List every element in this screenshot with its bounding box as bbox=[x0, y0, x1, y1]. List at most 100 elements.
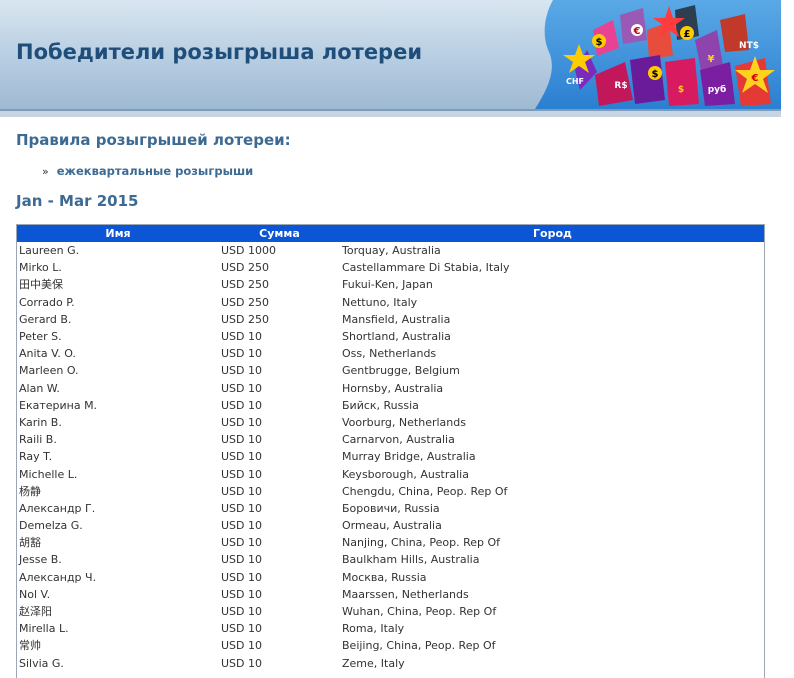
page: Победители розыгрыша лотереи $ € £ ¥ NT$… bbox=[0, 0, 794, 678]
table-row: Demelza G. USD 10 Ormeau, Australia bbox=[17, 517, 764, 534]
winner-name: 杨静 bbox=[19, 484, 41, 498]
winner-city: Maarssen, Netherlands bbox=[342, 587, 469, 601]
table-row: Alan W. USD 10 Hornsby, Australia bbox=[17, 380, 764, 397]
banner-label: € bbox=[633, 26, 641, 37]
winner-city: Oss, Netherlands bbox=[342, 347, 437, 361]
rules-link-item: » ежеквартальные розыгрыши bbox=[42, 164, 253, 178]
winner-name: Екатерина М. bbox=[19, 398, 98, 412]
table-row: Corrado P. USD 250 Nettuno, Italy bbox=[17, 294, 764, 311]
table-row: Anita V. O. USD 10 Oss, Netherlands bbox=[17, 345, 764, 362]
table-row: Ray T. USD 10 Murray Bridge, Australia bbox=[17, 448, 764, 465]
winner-city: Hornsby, Australia bbox=[342, 381, 444, 395]
header-divider bbox=[0, 111, 781, 117]
winner-city: Shortland, Australia bbox=[342, 330, 451, 344]
header-banner: Победители розыгрыша лотереи $ € £ ¥ NT$… bbox=[0, 0, 781, 111]
table-row: Peter S. USD 10 Shortland, Australia bbox=[17, 328, 764, 345]
winner-name: Laureen G. bbox=[19, 244, 80, 258]
table-row: Mirko L. USD 250 Castellammare Di Stabia, … bbox=[17, 259, 764, 276]
column-header-city: Город bbox=[340, 225, 764, 242]
winner-city: Боровичи, Russia bbox=[342, 501, 440, 515]
winner-city: Nanjing, China, Peop. Rep Of bbox=[342, 536, 501, 550]
winner-name: Anita V. O. bbox=[19, 347, 76, 361]
prize-amount: USD 250 bbox=[221, 312, 269, 326]
winner-city: Beijing, China, Peop. Rep Of bbox=[342, 639, 496, 653]
prize-amount: USD 10 bbox=[221, 587, 262, 601]
prize-amount: USD 10 bbox=[221, 622, 262, 636]
winner-name: Silvia G. bbox=[19, 656, 64, 670]
prize-amount: USD 10 bbox=[221, 467, 262, 481]
prize-amount: USD 10 bbox=[221, 364, 262, 378]
bullet-icon: » bbox=[42, 165, 49, 178]
quarterly-draws-link[interactable]: ежеквартальные розыгрыши bbox=[57, 164, 254, 178]
winner-name: Nol V. bbox=[19, 587, 51, 601]
winner-city: Baulkham Hills, Australia bbox=[342, 553, 480, 567]
winner-city: Москва, Russia bbox=[342, 570, 427, 584]
winner-name: Marleen O. bbox=[19, 364, 79, 378]
winner-city: Voorburg, Netherlands bbox=[342, 415, 466, 429]
prize-amount: USD 10 bbox=[221, 501, 262, 515]
banner-label: £ bbox=[684, 29, 691, 40]
table-row: 常帅 USD 10 Beijing, China, Peop. Rep Of bbox=[17, 637, 764, 654]
prize-amount: USD 10 bbox=[221, 433, 262, 447]
prize-amount: USD 10 bbox=[221, 536, 262, 550]
page-title: Победители розыгрыша лотереи bbox=[16, 40, 423, 64]
banner-label: € bbox=[751, 73, 759, 84]
banner-label: $ bbox=[678, 85, 684, 95]
rules-heading: Правила розыгрышей лотереи: bbox=[16, 131, 291, 149]
winner-city: Keysborough, Australia bbox=[342, 467, 469, 481]
winner-city: Ormeau, Australia bbox=[342, 519, 442, 533]
prize-amount: USD 10 bbox=[221, 656, 262, 670]
winner-city: Gentbrugge, Belgium bbox=[342, 364, 460, 378]
winner-name: 赵泽阳 bbox=[19, 605, 52, 619]
prize-amount: USD 250 bbox=[221, 261, 269, 275]
table-row: Michelle L. USD 10 Keysborough, Australia bbox=[17, 465, 764, 482]
winner-name: Gerard B. bbox=[19, 312, 72, 326]
winner-city: Torquay, Australia bbox=[342, 244, 441, 258]
winner-name: Michelle L. bbox=[19, 467, 78, 481]
winner-name: Karin B. bbox=[19, 415, 62, 429]
prize-amount: USD 1000 bbox=[221, 244, 276, 258]
table-row: Raili B. USD 10 Carnarvon, Australia bbox=[17, 431, 764, 448]
winner-name: 胡豁 bbox=[19, 536, 41, 550]
winner-name: Jesse B. bbox=[19, 553, 62, 567]
winner-name: Corrado P. bbox=[19, 295, 75, 309]
winner-city: Chengdu, China, Peop. Rep Of bbox=[342, 484, 508, 498]
prize-amount: USD 10 bbox=[221, 519, 262, 533]
currency-stars-banner-image: $ € £ ¥ NT$ CHF R$ $ руб € $ bbox=[535, 0, 781, 109]
prize-amount: USD 10 bbox=[221, 450, 262, 464]
banner-label: $ bbox=[596, 37, 603, 48]
prize-amount: USD 10 bbox=[221, 381, 262, 395]
winner-city: Castellammare Di Stabia, Italy bbox=[342, 261, 510, 275]
table-header-row: Имя Сумма Город bbox=[17, 225, 764, 242]
prize-amount: USD 10 bbox=[221, 398, 262, 412]
table-row: Laureen G. USD 1000 Torquay, Australia bbox=[17, 242, 764, 259]
table-row: Karin B. USD 10 Voorburg, Netherlands bbox=[17, 414, 764, 431]
winner-name: Ray T. bbox=[19, 450, 53, 464]
prize-amount: USD 10 bbox=[221, 330, 262, 344]
winner-city: Murray Bridge, Australia bbox=[342, 450, 476, 464]
banner-label: R$ bbox=[614, 81, 627, 91]
winner-city: Carnarvon, Australia bbox=[342, 433, 455, 447]
winners-table-container: Имя Сумма Город Laureen G. USD 1000 Torqua… bbox=[16, 224, 765, 678]
winner-name: Peter S. bbox=[19, 330, 62, 344]
prize-amount: USD 10 bbox=[221, 347, 262, 361]
winner-city: Zeme, Italy bbox=[342, 656, 405, 670]
winner-name: Alan W. bbox=[19, 381, 60, 395]
period-heading: Jan - Mar 2015 bbox=[16, 192, 139, 210]
banner-label: ¥ bbox=[708, 54, 715, 65]
prize-amount: USD 10 bbox=[221, 605, 262, 619]
column-header-name: Имя bbox=[17, 225, 219, 242]
prize-amount: USD 10 bbox=[221, 484, 262, 498]
winner-city: Mansfield, Australia bbox=[342, 312, 451, 326]
prize-amount: USD 250 bbox=[221, 278, 269, 292]
winner-city: Бийск, Russia bbox=[342, 398, 419, 412]
winner-city: Roma, Italy bbox=[342, 622, 405, 636]
winner-name: Demelza G. bbox=[19, 519, 83, 533]
winner-name: Александр Ч. bbox=[19, 570, 97, 584]
winner-name: Mirella L. bbox=[19, 622, 69, 636]
table-row: Silvia G. USD 10 Zeme, Italy bbox=[17, 655, 764, 672]
winner-name: Mirko L. bbox=[19, 261, 62, 275]
winner-name: Александр Г. bbox=[19, 501, 96, 515]
table-row: Александр Г. USD 10 Боровичи, Russia bbox=[17, 500, 764, 517]
table-row: Gerard B. USD 250 Mansfield, Australia bbox=[17, 311, 764, 328]
